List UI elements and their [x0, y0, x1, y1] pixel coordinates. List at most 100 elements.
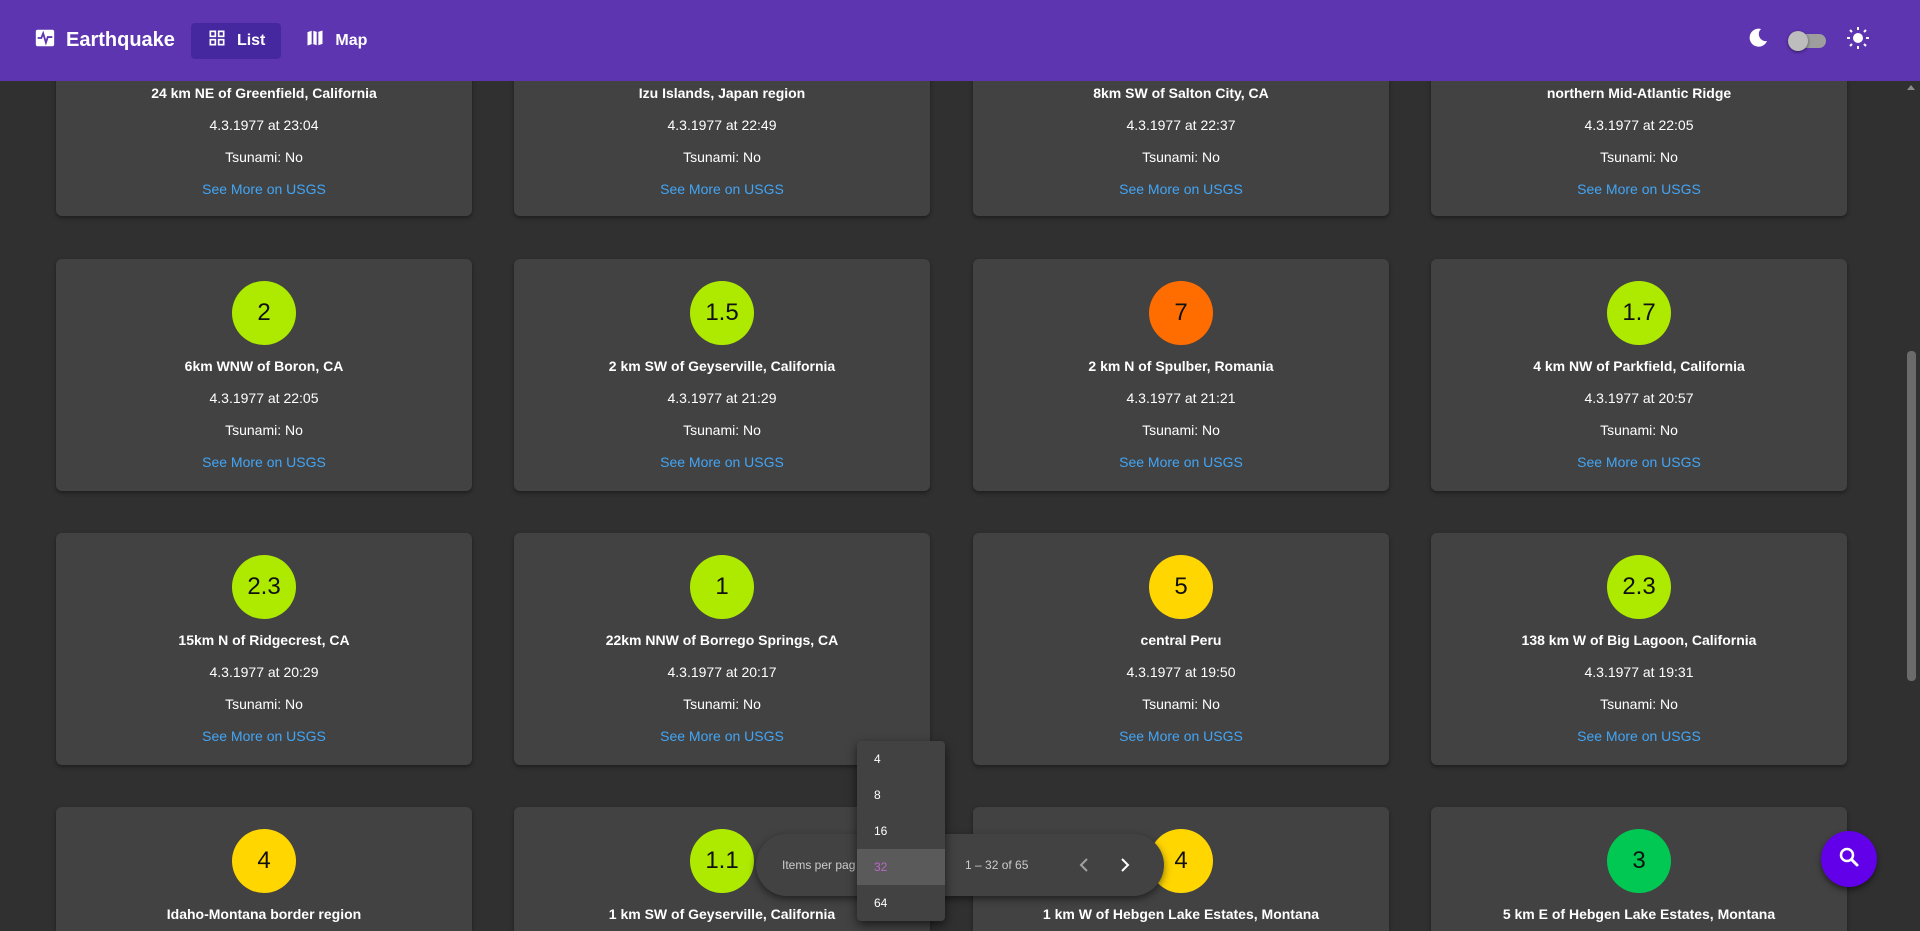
page-size-menu: 4 8 16 32 64: [857, 741, 945, 921]
card-place: 6km WNW of Boron, CA: [184, 358, 344, 374]
card-tsunami: Tsunami: No: [1142, 696, 1220, 712]
card-date: 4.3.1977 at 20:57: [1584, 390, 1694, 406]
usgs-link[interactable]: See More on USGS: [1431, 454, 1847, 470]
usgs-link[interactable]: See More on USGS: [973, 728, 1389, 744]
nav-list-button[interactable]: List: [190, 22, 282, 59]
magnitude-badge: 2: [232, 281, 296, 345]
card-place: central Peru: [1140, 632, 1222, 648]
card-tsunami: Tsunami: No: [1600, 696, 1678, 712]
card-place: 15km N of Ridgecrest, CA: [178, 632, 350, 648]
sun-icon: [1846, 26, 1870, 55]
earthquake-card: 4 Idaho-Montana border region: [56, 807, 472, 931]
page-scrollbar[interactable]: [1903, 81, 1920, 931]
app-title: Earthquake: [66, 29, 175, 51]
usgs-link[interactable]: See More on USGS: [56, 454, 472, 470]
scroll-up-arrow-icon[interactable]: [1907, 85, 1915, 90]
card-place: Izu Islands, Japan region: [638, 85, 806, 101]
items-per-page-label: Items per pag: [782, 858, 856, 872]
card-place: Idaho-Montana border region: [166, 906, 362, 922]
card-tsunami: Tsunami: No: [225, 149, 303, 165]
card-place: 4 km NW of Parkfield, California: [1533, 358, 1745, 374]
usgs-link[interactable]: See More on USGS: [1431, 181, 1847, 197]
card-date: 4.3.1977 at 23:04: [209, 117, 319, 133]
nav-map-button[interactable]: Map: [289, 23, 383, 59]
magnitude-badge: 7: [1149, 281, 1213, 345]
pulse-icon: [34, 27, 56, 55]
nav-map-label: Map: [335, 31, 368, 49]
magnitude-badge: 2.3: [1607, 555, 1671, 619]
magnitude-badge: 4: [232, 829, 296, 893]
card-place: 8km SW of Salton City, CA: [1093, 85, 1269, 101]
usgs-link[interactable]: See More on USGS: [514, 454, 930, 470]
scrollbar-thumb[interactable]: [1907, 351, 1916, 681]
page-range-label: 1 – 32 of 65: [965, 858, 1029, 872]
card-place: 138 km W of Big Lagoon, California: [1521, 632, 1757, 648]
card-tsunami: Tsunami: No: [1600, 149, 1678, 165]
usgs-link[interactable]: See More on USGS: [56, 181, 472, 197]
page-size-option[interactable]: 16: [857, 813, 945, 849]
card-date: 4.3.1977 at 19:50: [1126, 664, 1236, 680]
earthquake-card: 1.5 2 km SW of Geyserville, California 4…: [514, 259, 930, 491]
card-tsunami: Tsunami: No: [683, 696, 761, 712]
earthquake-grid: 24 km NE of Greenfield, California 4.3.1…: [56, 0, 1848, 931]
card-place: 24 km NE of Greenfield, California: [151, 85, 377, 101]
magnitude-badge: 1: [690, 555, 754, 619]
page-size-option-selected[interactable]: 32: [857, 849, 945, 885]
card-place: 22km NNW of Borrego Springs, CA: [605, 632, 839, 648]
card-tsunami: Tsunami: No: [683, 422, 761, 438]
earthquake-card: 2 6km WNW of Boron, CA 4.3.1977 at 22:05…: [56, 259, 472, 491]
card-place: 2 km SW of Geyserville, California: [608, 358, 836, 374]
usgs-link[interactable]: See More on USGS: [973, 181, 1389, 197]
magnitude-badge: 1.5: [690, 281, 754, 345]
theme-toggle[interactable]: [1788, 30, 1826, 51]
card-tsunami: Tsunami: No: [1600, 422, 1678, 438]
app-brand: Earthquake: [34, 27, 175, 55]
card-tsunami: Tsunami: No: [1142, 149, 1220, 165]
card-place: 1 km W of Hebgen Lake Estates, Montana: [1042, 906, 1320, 922]
earthquake-card: 3 5 km E of Hebgen Lake Estates, Montana: [1431, 807, 1847, 931]
earthquake-card: 1 22km NNW of Borrego Springs, CA 4.3.19…: [514, 533, 930, 765]
earthquake-card: 7 2 km N of Spulber, Romania 4.3.1977 at…: [973, 259, 1389, 491]
usgs-link[interactable]: See More on USGS: [1431, 728, 1847, 744]
page-size-option[interactable]: 8: [857, 777, 945, 813]
paginator: Items per pag 1 – 32 of 65: [756, 834, 1164, 896]
magnitude-badge: 1.7: [1607, 281, 1671, 345]
earthquake-card: 2.3 15km N of Ridgecrest, CA 4.3.1977 at…: [56, 533, 472, 765]
nav-list-label: List: [236, 31, 266, 49]
card-date: 4.3.1977 at 22:49: [667, 117, 777, 133]
search-icon: [1837, 845, 1861, 874]
next-page-button[interactable]: [1113, 853, 1137, 877]
card-date: 4.3.1977 at 20:17: [667, 664, 777, 680]
card-tsunami: Tsunami: No: [683, 149, 761, 165]
card-tsunami: Tsunami: No: [225, 422, 303, 438]
card-date: 4.3.1977 at 20:29: [209, 664, 319, 680]
theme-controls: [1746, 0, 1870, 81]
page-size-option[interactable]: 4: [857, 741, 945, 777]
card-place: 2 km N of Spulber, Romania: [1088, 358, 1274, 374]
earthquake-card: 1.7 4 km NW of Parkfield, California 4.3…: [1431, 259, 1847, 491]
card-tsunami: Tsunami: No: [225, 696, 303, 712]
magnitude-badge: 3: [1607, 829, 1671, 893]
app-toolbar: Earthquake List Map: [0, 0, 1920, 81]
card-date: 4.3.1977 at 21:21: [1126, 390, 1236, 406]
card-place: 5 km E of Hebgen Lake Estates, Montana: [1502, 906, 1776, 922]
earthquake-card: 2.3 138 km W of Big Lagoon, California 4…: [1431, 533, 1847, 765]
chevron-left-icon: [1079, 858, 1088, 872]
search-button[interactable]: [1821, 831, 1877, 887]
usgs-link[interactable]: See More on USGS: [973, 454, 1389, 470]
usgs-link[interactable]: See More on USGS: [56, 728, 472, 744]
toggle-knob: [1788, 30, 1808, 51]
chevron-right-icon: [1121, 858, 1130, 872]
moon-icon: [1746, 26, 1770, 55]
magnitude-badge: 1.1: [690, 829, 754, 893]
previous-page-button[interactable]: [1072, 853, 1096, 877]
card-tsunami: Tsunami: No: [1142, 422, 1220, 438]
grid-view-icon: [207, 28, 227, 53]
map-icon: [305, 28, 325, 53]
page-size-option[interactable]: 64: [857, 885, 945, 921]
earthquake-card: 5 central Peru 4.3.1977 at 19:50 Tsunami…: [973, 533, 1389, 765]
usgs-link[interactable]: See More on USGS: [514, 181, 930, 197]
card-date: 4.3.1977 at 21:29: [667, 390, 777, 406]
card-place: northern Mid-Atlantic Ridge: [1546, 85, 1732, 101]
card-date: 4.3.1977 at 22:05: [209, 390, 319, 406]
